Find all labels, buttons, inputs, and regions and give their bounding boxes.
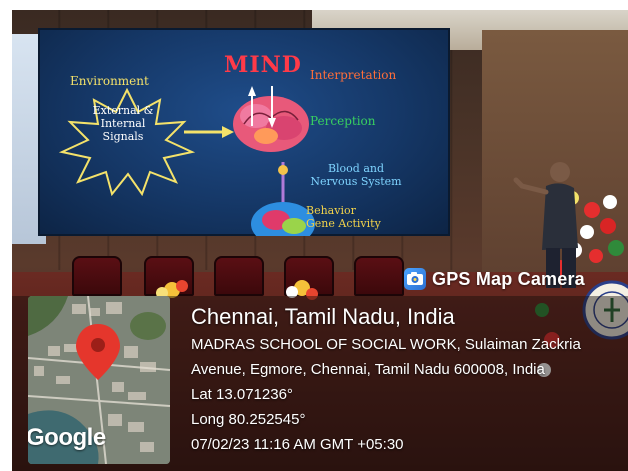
- burst-line: External &: [92, 104, 154, 117]
- starburst-text: External & Internal Signals: [64, 104, 182, 143]
- google-logo: Google: [28, 424, 106, 451]
- blood-line: Blood and: [327, 162, 385, 175]
- gps-app-name: GPS Map Camera: [432, 268, 585, 289]
- behavior-line: Behavior: [306, 204, 356, 217]
- gps-camera-icon: [404, 268, 426, 290]
- slide-title: MIND: [224, 52, 302, 78]
- timestamp: 07/02/23 11:16 AM GMT +05:30: [191, 436, 404, 453]
- address-line: Avenue, Egmore, Chennai, Tamil Nadu 6000…: [191, 361, 545, 378]
- map-thumbnail[interactable]: Google: [28, 296, 170, 464]
- latitude: Lat 13.071236°: [191, 386, 293, 403]
- longitude: Long 80.252545°: [191, 411, 306, 428]
- blood-line: Nervous System: [310, 175, 402, 188]
- slide-interpretation: Interpretation: [310, 68, 397, 82]
- burst-line: Signals: [102, 130, 144, 143]
- gps-camera-badge: GPS Map Camera: [400, 264, 626, 294]
- slide-perception: Perception: [310, 114, 376, 128]
- burst-line: Internal: [100, 117, 146, 130]
- gps-location-details: Chennai, Tamil Nadu, India MADRAS SCHOOL…: [191, 302, 621, 457]
- behavior-line: Gene Activity: [306, 217, 381, 230]
- location-city: Chennai, Tamil Nadu, India: [191, 304, 455, 329]
- slide-behavior: Behavior Gene Activity: [306, 204, 396, 230]
- projection-slide: Environment External & Internal Signals …: [38, 28, 450, 236]
- address-line: MADRAS SCHOOL OF SOCIAL WORK, Sulaiman Z…: [191, 336, 581, 353]
- slide-blood-nervous: Blood and Nervous System: [310, 162, 402, 188]
- brain-icon: [233, 86, 309, 152]
